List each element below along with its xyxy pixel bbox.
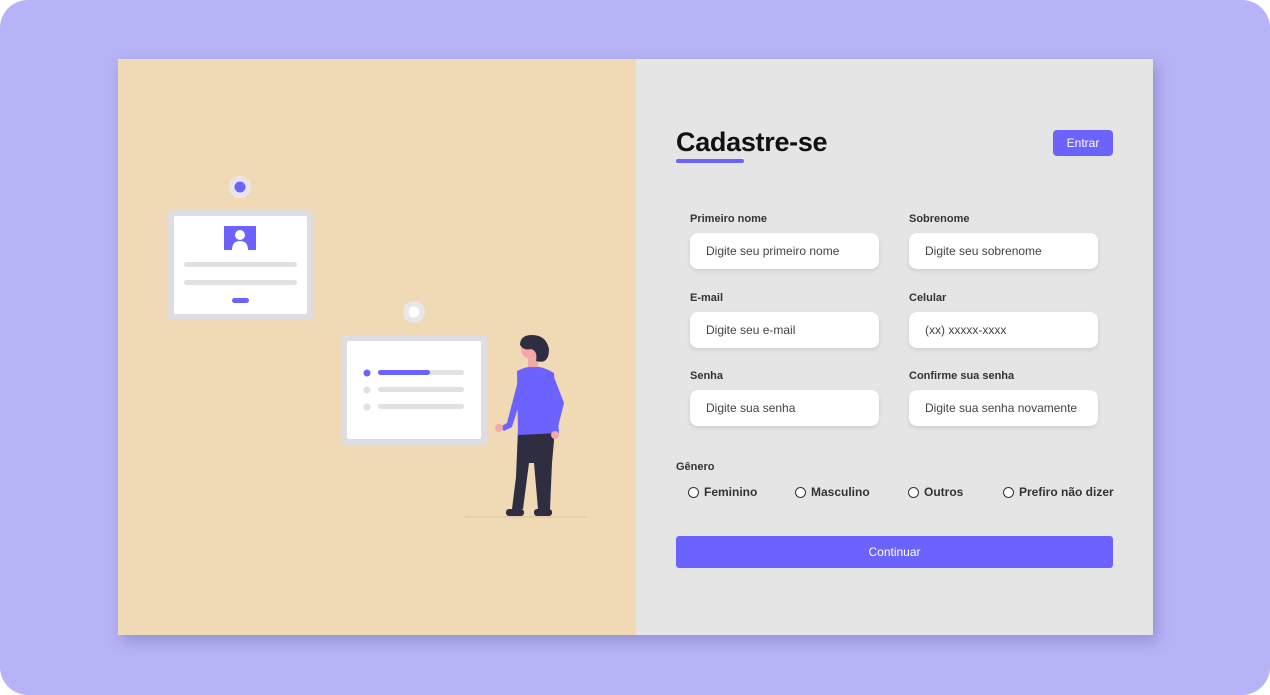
gender-option-label: Prefiro não dizer <box>1019 485 1114 499</box>
title-underline <box>676 159 744 163</box>
gender-option-prefer-not[interactable]: Prefiro não dizer <box>1003 485 1114 499</box>
last-name-input[interactable] <box>909 233 1098 269</box>
gender-option-male[interactable]: Masculino <box>795 485 870 499</box>
illustration-panel <box>118 59 636 635</box>
gender-option-other[interactable]: Outros <box>908 485 963 499</box>
page-title: Cadastre-se <box>676 127 828 157</box>
password-label: Senha <box>690 370 724 382</box>
confirm-password-input[interactable] <box>909 390 1098 426</box>
first-name-label: Primeiro nome <box>690 213 768 225</box>
page-background: Cadastre-se Entrar Primeiro nome Sobreno… <box>0 0 1270 695</box>
gender-option-female[interactable]: Feminino <box>688 485 757 499</box>
email-label: E-mail <box>690 292 724 304</box>
email-input[interactable] <box>690 312 879 348</box>
signup-form-panel: Cadastre-se Entrar Primeiro nome Sobreno… <box>636 59 1153 635</box>
radio-circle-icon[interactable] <box>908 486 919 498</box>
gender-option-label: Outros <box>924 485 964 499</box>
password-input[interactable] <box>690 390 879 426</box>
last-name-label: Sobrenome <box>909 213 970 225</box>
radio-circle-icon[interactable] <box>1003 486 1014 498</box>
gender-label: Gênero <box>676 461 715 473</box>
phone-label: Celular <box>909 292 947 304</box>
continue-button[interactable]: Continuar <box>676 536 1113 568</box>
radio-circle-icon[interactable] <box>795 486 806 498</box>
confirm-password-label: Confirme sua senha <box>909 370 1015 382</box>
checklist-card-icon <box>341 335 487 445</box>
first-name-input[interactable] <box>690 233 879 269</box>
signup-card: Cadastre-se Entrar Primeiro nome Sobreno… <box>118 59 1153 635</box>
signup-illustration <box>168 176 586 518</box>
phone-input[interactable] <box>909 312 1098 348</box>
id-card-icon <box>168 210 313 320</box>
login-button[interactable]: Entrar <box>1053 130 1113 156</box>
radio-circle-icon[interactable] <box>688 486 699 498</box>
gender-option-label: Masculino <box>811 485 870 499</box>
gender-option-label: Feminino <box>704 485 758 499</box>
